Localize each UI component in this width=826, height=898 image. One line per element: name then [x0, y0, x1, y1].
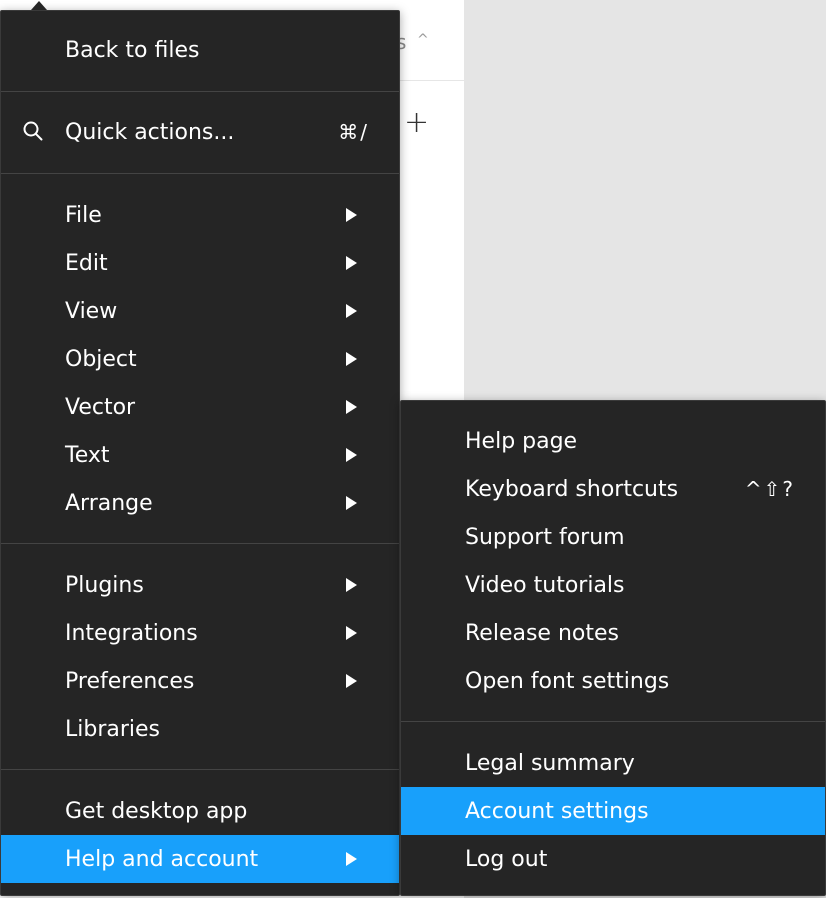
menu-item-arrange[interactable]: Arrange: [1, 479, 399, 527]
menu-item-file[interactable]: File: [1, 191, 399, 239]
menu-item-label: Help page: [465, 428, 578, 454]
menu-separator: [401, 721, 825, 722]
add-icon[interactable]: +: [404, 108, 429, 138]
menu-separator: [1, 543, 399, 544]
shortcut-hint: ⌘/: [338, 120, 369, 144]
menu-item-text[interactable]: Text: [1, 431, 399, 479]
menu-item-plugins[interactable]: Plugins: [1, 561, 399, 609]
menu-item-label: Object: [65, 346, 137, 372]
menu-item-label: Account settings: [465, 798, 649, 824]
menu-item-label: Video tutorials: [465, 572, 625, 598]
submenu-item-log-out[interactable]: Log out: [401, 835, 825, 883]
menu-item-label: Help and account: [65, 846, 259, 872]
menu-item-label: Plugins: [65, 572, 144, 598]
menu-item-label: Integrations: [65, 620, 198, 646]
quick-actions-item[interactable]: Quick actions... ⌘/: [1, 108, 399, 156]
menu-item-label: Libraries: [65, 716, 161, 742]
menu-notch: [31, 1, 47, 10]
submenu-item-release-notes[interactable]: Release notes: [401, 609, 825, 657]
menu-separator: [1, 173, 399, 174]
chevron-right-icon: [346, 448, 357, 462]
menu-item-label: Keyboard shortcuts: [465, 476, 679, 502]
menu-item-preferences[interactable]: Preferences: [1, 657, 399, 705]
menu-item-label: Vector: [65, 394, 136, 420]
menu-item-label: Quick actions...: [65, 119, 235, 145]
submenu-item-legal-summary[interactable]: Legal summary: [401, 739, 825, 787]
shortcut-hint: ^⇧?: [744, 477, 795, 501]
menu-item-label: Open font settings: [465, 668, 670, 694]
menu-item-label: Legal summary: [465, 750, 635, 776]
menu-item-object[interactable]: Object: [1, 335, 399, 383]
submenu-item-keyboard-shortcuts[interactable]: Keyboard shortcuts ^⇧?: [401, 465, 825, 513]
help-and-account-submenu: Help page Keyboard shortcuts ^⇧? Support…: [400, 400, 826, 896]
menu-separator: [1, 769, 399, 770]
submenu-item-help-page[interactable]: Help page: [401, 417, 825, 465]
chevron-right-icon: [346, 400, 357, 414]
submenu-item-video-tutorials[interactable]: Video tutorials: [401, 561, 825, 609]
chevron-right-icon: [346, 256, 357, 270]
menu-item-label: Log out: [465, 846, 548, 872]
menu-separator: [1, 91, 399, 92]
menu-item-label: Get desktop app: [65, 798, 248, 824]
menu-item-get-desktop-app[interactable]: Get desktop app: [1, 787, 399, 835]
menu-item-integrations[interactable]: Integrations: [1, 609, 399, 657]
menu-item-label: Support forum: [465, 524, 625, 550]
chevron-right-icon: [346, 208, 357, 222]
menu-item-label: Text: [65, 442, 110, 468]
panel-divider: [395, 80, 464, 81]
chevron-right-icon: [346, 304, 357, 318]
menu-item-label: Arrange: [65, 490, 153, 516]
menu-item-label: Back to files: [65, 37, 200, 63]
chevron-right-icon: [346, 626, 357, 640]
submenu-item-support-forum[interactable]: Support forum: [401, 513, 825, 561]
chevron-right-icon: [346, 852, 357, 866]
menu-item-label: File: [65, 202, 102, 228]
search-icon: [23, 121, 43, 141]
main-menu: Back to files Quick actions... ⌘/ File E…: [0, 1, 400, 896]
menu-item-label: Preferences: [65, 668, 195, 694]
submenu-item-account-settings[interactable]: Account settings: [401, 787, 825, 835]
menu-item-label: View: [65, 298, 118, 324]
menu-item-edit[interactable]: Edit: [1, 239, 399, 287]
menu-item-label: Release notes: [465, 620, 619, 646]
submenu-item-open-font-settings[interactable]: Open font settings: [401, 657, 825, 705]
menu-item-help-and-account[interactable]: Help and account: [1, 835, 399, 883]
chevron-up-icon[interactable]: ^: [417, 32, 429, 48]
menu-item-view[interactable]: View: [1, 287, 399, 335]
chevron-right-icon: [346, 578, 357, 592]
menu-item-vector[interactable]: Vector: [1, 383, 399, 431]
menu-item-libraries[interactable]: Libraries: [1, 705, 399, 753]
menu-item-label: Edit: [65, 250, 108, 276]
chevron-right-icon: [346, 352, 357, 366]
back-to-files-item[interactable]: Back to files: [1, 26, 399, 74]
chevron-right-icon: [346, 674, 357, 688]
chevron-right-icon: [346, 496, 357, 510]
